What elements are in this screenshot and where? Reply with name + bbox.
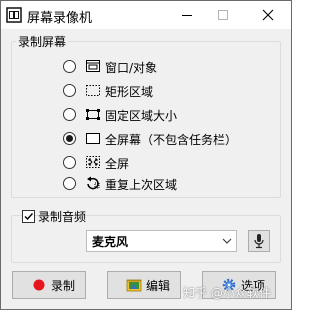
radio-window-object[interactable] (63, 60, 76, 73)
option-label: 窗口/对象 (105, 61, 158, 75)
option-window-object[interactable]: 窗口/对象 (63, 58, 278, 76)
record-audio-label[interactable]: 录制音频 (38, 208, 86, 225)
screen-icon (86, 133, 100, 144)
radio-rectangle[interactable] (63, 84, 76, 97)
option-label: 全屏 (105, 157, 130, 171)
fullscreen-icon (86, 156, 100, 168)
minimize-icon (182, 15, 192, 16)
dashed-rectangle-icon (86, 85, 100, 96)
radio-fixed-size[interactable] (63, 108, 76, 121)
capture-group-label: 录制屏幕 (16, 33, 69, 50)
radio-selected-dot (66, 135, 73, 142)
option-label: 固定区域大小 (105, 109, 178, 123)
app-window: 屏幕录像机 录制屏幕 窗口/对象 矩形区域 固定区域大小 全屏幕（不包含任务栏）… (0, 0, 292, 310)
record-icon (33, 279, 45, 291)
radio-fullscreen[interactable] (63, 156, 76, 169)
window-title: 屏幕录像机 (27, 11, 93, 26)
radio-repeat-last[interactable] (63, 177, 76, 190)
microphone-button[interactable] (248, 230, 270, 252)
option-label: 全屏幕（不包含任务栏） (105, 133, 238, 147)
option-rectangle[interactable]: 矩形区域 (63, 82, 278, 100)
close-icon (262, 9, 274, 21)
option-fixed-size[interactable]: 固定区域大小 (63, 106, 278, 124)
repeat-icon (87, 176, 100, 190)
microphone-icon (254, 234, 264, 249)
window-icon (86, 60, 100, 72)
record-button[interactable]: 录制 (12, 271, 86, 299)
edit-button-label: 编辑 (146, 279, 171, 293)
audio-device-value: 麦克风 (92, 235, 129, 249)
watermark-text: 知乎 @小众软件 (183, 286, 271, 300)
checkmark-icon (24, 213, 34, 221)
title-bar[interactable]: 屏幕录像机 (1, 1, 291, 29)
radio-fullscreen-no-taskbar[interactable] (63, 132, 76, 145)
film-icon (6, 7, 22, 23)
minimize-button[interactable] (170, 1, 204, 29)
edit-button[interactable]: 编辑 (107, 271, 181, 299)
close-button[interactable] (251, 1, 285, 29)
option-label: 重复上次区域 (105, 178, 178, 192)
option-fullscreen[interactable]: 全屏 (63, 154, 278, 172)
record-audio-checkbox[interactable] (22, 210, 35, 223)
fixed-region-icon (86, 109, 100, 120)
record-button-label: 录制 (51, 279, 76, 293)
maximize-button[interactable] (206, 1, 240, 29)
option-fullscreen-no-taskbar[interactable]: 全屏幕（不包含任务栏） (63, 130, 278, 148)
audio-device-select[interactable]: 麦克风 (86, 230, 237, 252)
film-edit-icon (126, 279, 142, 292)
option-repeat-last[interactable]: 重复上次区域 (63, 175, 278, 193)
chevron-down-icon (222, 238, 232, 244)
option-label: 矩形区域 (105, 85, 154, 99)
maximize-icon (218, 10, 228, 20)
